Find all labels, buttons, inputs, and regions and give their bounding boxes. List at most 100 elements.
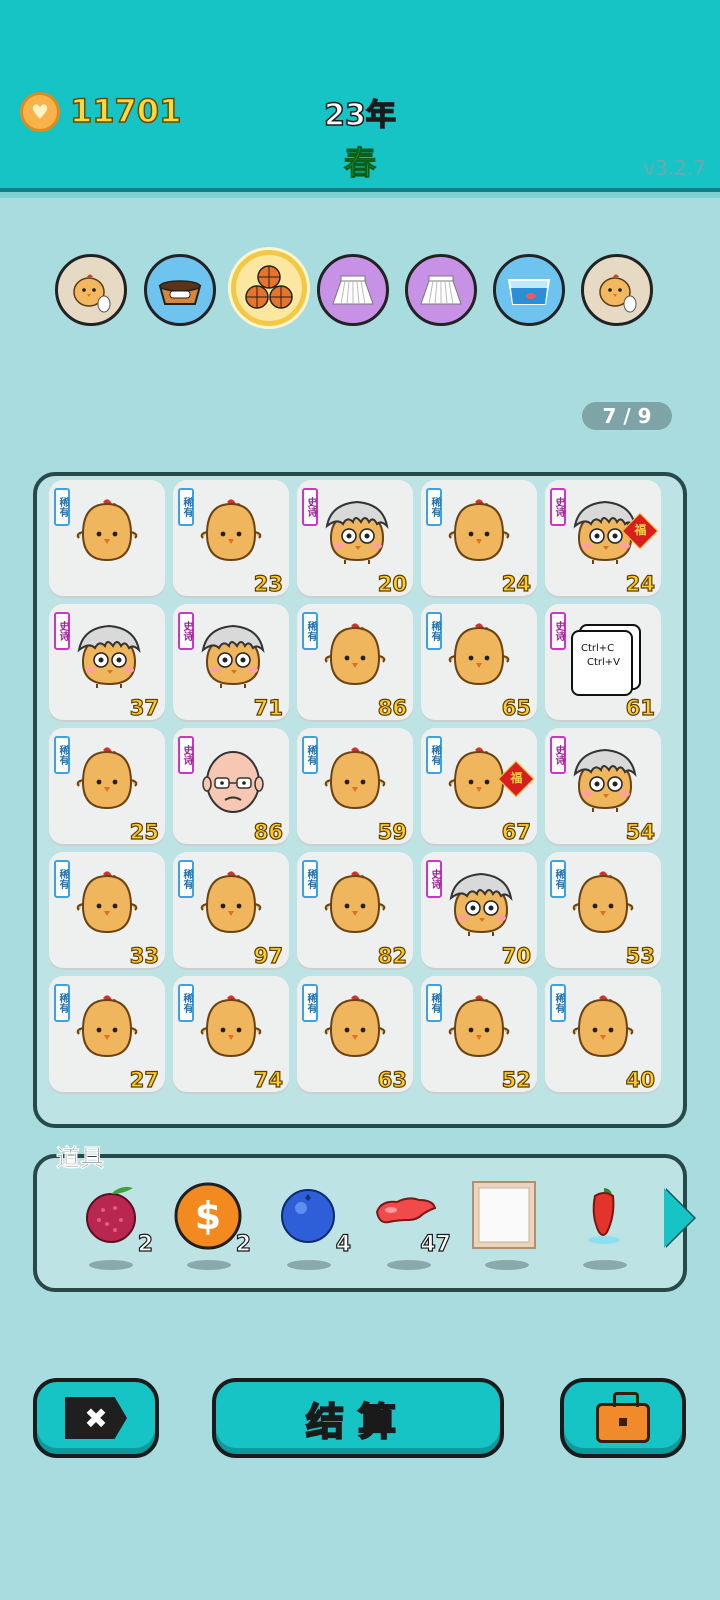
item-picture-frame[interactable] [469,1180,549,1280]
card-value: 24 [625,571,655,596]
item-dollar-coin[interactable]: $ 2 [171,1180,252,1280]
chick-icon [572,871,634,934]
rarity-tag: 史诗 [54,612,70,650]
card-value: 25 [129,819,159,844]
board-card[interactable]: 稀有 65 [421,604,537,721]
settle-button[interactable]: 结算 [212,1378,504,1458]
board-card[interactable]: 稀有 24 [421,480,537,597]
rarity-tag: 稀有 [426,736,442,774]
board-card[interactable]: 稀有 52 [421,976,537,1093]
rarity-tag: 稀有 [302,736,318,774]
card-value: 97 [253,943,283,968]
rarity-tag: 稀有 [178,860,194,898]
board-card[interactable]: 稀有 27 [49,976,165,1093]
card-value: 23 [253,571,283,596]
board-card[interactable]: 史诗 86 [173,728,289,845]
selection-slots [55,250,665,326]
card-value: 52 [501,1067,531,1092]
board-card[interactable]: 史诗 24 福 [545,480,661,597]
board-card[interactable]: 稀有 53 [545,852,661,969]
card-value: 82 [377,943,407,968]
rarity-tag: 稀有 [426,612,442,650]
item-chili-pepper[interactable] [567,1180,647,1280]
card-value: 86 [253,819,283,844]
briefcase-icon [596,1392,650,1443]
slot-dog-bowl[interactable] [144,254,216,326]
board-card[interactable]: 稀有 25 [49,728,165,845]
season-label: 春 [343,144,376,183]
board-card[interactable]: 史诗 37 [49,604,165,721]
item-liver[interactable]: 47 [371,1180,452,1280]
slot-basketballs-selected[interactable] [231,250,307,326]
card-value: 74 [253,1067,283,1092]
slot-chick-egg-2[interactable] [581,254,653,326]
card-value: 54 [625,819,655,844]
item-count: 2 [235,1231,252,1257]
board-card[interactable]: 史诗 71 [173,604,289,721]
board-card[interactable]: 稀有 67 福 [421,728,537,845]
chick-icon [76,747,138,810]
card-value: 40 [625,1067,655,1092]
rarity-tag: 稀有 [426,984,442,1022]
card-value: 59 [377,819,407,844]
board-card[interactable]: 史诗 54 [545,728,661,845]
rarity-tag: 稀有 [54,984,70,1022]
chick-icon [200,499,262,562]
slot-fish-tank[interactable] [493,254,565,326]
fortune-text: 福 [510,771,523,786]
item-lychee[interactable]: 2 [73,1180,154,1280]
rarity-tag: 史诗 [426,860,442,898]
chick-icon [76,995,138,1058]
rarity-tag: 稀有 [550,860,566,898]
board-card[interactable]: 史诗 20 [297,480,413,597]
chick-icon [324,747,386,810]
items-next-arrow-icon[interactable] [664,1188,694,1248]
top-bar: ♥ 11701 23年 春 v3.2.7 [0,0,720,198]
rarity-tag: 稀有 [302,984,318,1022]
board-card[interactable]: 史诗 70 [421,852,537,969]
card-value: 86 [377,695,407,720]
chick-icon [76,499,138,562]
board-card[interactable]: 稀有 59 [297,728,413,845]
board-card[interactable]: 稀有 74 [173,976,289,1093]
board-card[interactable]: 稀有 40 [545,976,661,1093]
rarity-tag: 史诗 [550,736,566,774]
picture-frame-icon [472,1181,536,1249]
settle-button-label: 结算 [305,1399,410,1445]
board-card[interactable]: 稀有 86 [297,604,413,721]
dog-bowl-icon [158,280,202,305]
item-shadow [187,1260,231,1270]
copy-paste-card-icon: Ctrl+C Ctrl+V [571,630,633,696]
card-value: 71 [253,695,283,720]
chick-egg-icon [599,274,637,313]
ctrl-v-text: Ctrl+V [587,657,621,668]
board-card[interactable]: Ctrl+C Ctrl+V 史诗 61 [545,604,661,721]
board-card[interactable]: 稀有 97 [173,852,289,969]
rarity-tag: 稀有 [302,612,318,650]
rarity-tag: 稀有 [54,860,70,898]
slot-skirt-2[interactable] [405,254,477,326]
board-card[interactable]: 稀有 63 [297,976,413,1093]
slot-skirt-1[interactable] [317,254,389,326]
board-card[interactable]: 稀有 23 [173,480,289,597]
item-shadow [387,1260,431,1270]
card-value: 53 [625,943,655,968]
board-card[interactable]: 稀有 82 [297,852,413,969]
slot-chick-egg[interactable] [55,254,127,326]
card-value: 63 [377,1067,407,1092]
bald-man-icon [202,751,264,813]
rarity-tag: 史诗 [302,488,318,526]
card-value: 37 [129,695,159,720]
item-blueberry[interactable]: 4 [271,1180,352,1280]
card-value: 67 [501,819,531,844]
bag-button[interactable] [560,1378,686,1458]
rarity-tag: 稀有 [426,488,442,526]
chick-icon [448,623,510,686]
board-card[interactable]: 稀有 [49,480,165,596]
close-button[interactable]: ✖ [33,1378,159,1458]
chili-pepper-icon [588,1188,620,1244]
gray-hair-character-icon [325,500,389,564]
item-shadow [485,1260,529,1270]
card-value: 70 [501,943,531,968]
board-card[interactable]: 稀有 33 [49,852,165,969]
